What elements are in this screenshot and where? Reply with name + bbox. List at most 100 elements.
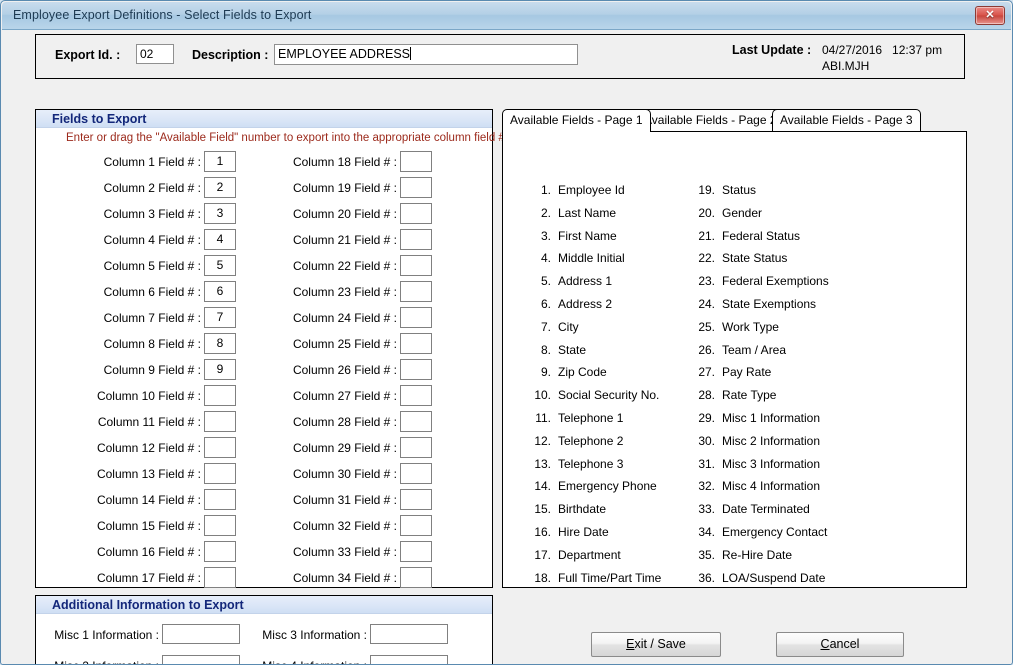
export-id-input[interactable]: 02	[136, 44, 174, 64]
column-field-input[interactable]	[400, 229, 432, 250]
misc-information-input[interactable]	[370, 655, 448, 664]
export-id-label: Export Id. :	[55, 48, 121, 62]
available-field-number: 19.	[698, 183, 715, 197]
available-field-name: Hire Date	[558, 525, 609, 539]
column-field-input[interactable]	[400, 385, 432, 406]
close-button[interactable]: ✕	[975, 6, 1005, 25]
tab-available-fields-page-2[interactable]: Available Fields - Page 2	[636, 109, 785, 131]
column-field-input[interactable]	[400, 333, 432, 354]
available-field-name: Misc 4 Information	[722, 479, 821, 494]
available-field-number: 32.	[698, 479, 715, 494]
column-field-input[interactable]	[400, 489, 432, 510]
available-field-name: Telephone 2	[558, 433, 624, 448]
additional-information-header: Additional Information to Export	[36, 596, 492, 614]
available-field-name: State	[558, 342, 587, 357]
column-field-row: Column 19 Field # :	[36, 177, 432, 203]
column-field-input[interactable]	[400, 307, 432, 328]
last-update-value: 04/27/2016 12:37 pm	[822, 43, 943, 57]
cancel-label: ancel	[829, 637, 860, 651]
column-field-label: Column 24 Field # :	[292, 311, 397, 325]
available-field-name: Re-Hire Date	[722, 547, 793, 562]
available-field-number: 14.	[534, 479, 551, 494]
available-field-number: 1.	[540, 183, 551, 197]
column-field-label: Column 19 Field # :	[292, 181, 397, 195]
column-field-input[interactable]	[400, 255, 432, 276]
available-field-name: Date Terminated	[722, 502, 810, 517]
available-field-name: Gender	[722, 205, 763, 220]
column-field-input[interactable]	[400, 177, 432, 198]
misc-information-row: Misc 4 Information :	[36, 655, 448, 664]
column-field-input[interactable]	[400, 437, 432, 458]
available-field-name: Misc 1 Information	[722, 411, 821, 425]
available-field-number: 7.	[540, 319, 551, 334]
available-field-number: 9.	[540, 365, 551, 380]
available-field-number: 20.	[698, 205, 715, 220]
column-field-row: Column 22 Field # :	[36, 255, 432, 281]
available-field-name: State Exemptions	[722, 297, 817, 311]
column-field-input[interactable]	[400, 463, 432, 484]
column-field-input[interactable]	[400, 411, 432, 432]
available-field-name: Last Name	[558, 205, 617, 220]
available-field-number: 16.	[534, 525, 551, 539]
tab-available-fields-page-3[interactable]: Available Fields - Page 3	[772, 109, 921, 131]
available-field-number: 29.	[698, 411, 715, 425]
title-bar: Employee Export Definitions - Select Fie…	[2, 2, 1011, 30]
column-field-label: Column 27 Field # :	[292, 389, 397, 403]
available-field-number: 33.	[698, 502, 715, 517]
exit-save-button[interactable]: Exit / Save	[591, 632, 721, 657]
column-field-input[interactable]	[400, 567, 432, 588]
column-field-label: Column 22 Field # :	[292, 259, 397, 273]
available-field-number: 31.	[698, 456, 715, 471]
available-field-number: 11.	[535, 411, 551, 425]
additional-information-title: Additional Information to Export	[52, 598, 244, 612]
column-field-input[interactable]	[400, 541, 432, 562]
column-field-label: Column 31 Field # :	[292, 493, 397, 507]
column-field-input[interactable]	[400, 281, 432, 302]
column-field-input[interactable]	[400, 203, 432, 224]
available-field-number: 34.	[698, 525, 715, 539]
available-field-number: 35.	[698, 547, 715, 562]
available-field-name: Zip Code	[558, 365, 607, 380]
text-caret	[410, 47, 411, 60]
column-field-row: Column 33 Field # :	[36, 541, 432, 567]
column-field-input[interactable]	[400, 359, 432, 380]
available-field-name: Emergency Contact	[722, 525, 828, 539]
available-field-name: Address 2	[558, 297, 613, 311]
available-field-number: 4.	[540, 251, 551, 266]
close-icon: ✕	[985, 9, 995, 21]
available-field-name: Middle Initial	[558, 251, 625, 266]
available-field-number: 5.	[540, 274, 551, 289]
column-field-label: Column 34 Field # :	[292, 571, 397, 585]
column-field-row: Column 18 Field # :	[36, 151, 432, 177]
misc-information-input[interactable]	[370, 624, 448, 644]
column-field-label: Column 29 Field # :	[292, 441, 397, 455]
fields-to-export-header: Fields to Export	[36, 110, 492, 128]
column-field-label: Column 30 Field # :	[292, 467, 397, 481]
available-field-name: Telephone 3	[558, 456, 624, 471]
misc-information-label: Misc 3 Information :	[262, 628, 367, 642]
available-field-number: 18.	[534, 570, 551, 585]
column-field-label: Column 33 Field # :	[292, 545, 397, 559]
column-field-row: Column 28 Field # :	[36, 411, 432, 437]
available-field-name: Misc 2 Information	[722, 433, 821, 448]
description-label: Description :	[192, 48, 269, 62]
available-field-number: 22.	[698, 251, 715, 266]
available-field-number: 36.	[698, 570, 715, 585]
last-update-label: Last Update :	[732, 43, 812, 57]
column-field-input[interactable]	[400, 151, 432, 172]
cancel-button[interactable]: Cancel	[776, 632, 904, 657]
available-field-name: Department	[558, 547, 621, 562]
last-update-user: ABI.MJH	[822, 59, 870, 73]
description-input[interactable]: EMPLOYEE ADDRESS	[274, 44, 578, 65]
available-field-name: Emergency Phone	[558, 479, 657, 494]
available-field-name: Misc 3 Information	[722, 456, 821, 471]
additional-information-group: Additional Information to Export Misc 1 …	[35, 595, 493, 664]
available-field-number: 8.	[540, 342, 551, 357]
available-field-number: 12.	[534, 433, 551, 448]
column-field-input[interactable]	[400, 515, 432, 536]
tab-available-fields-page-1[interactable]: Available Fields - Page 1	[502, 109, 651, 132]
column-field-label: Column 28 Field # :	[292, 415, 397, 429]
available-field-number: 17.	[534, 547, 551, 562]
available-field-number: 13.	[534, 456, 551, 471]
available-field-name: Federal Exemptions	[722, 274, 829, 289]
